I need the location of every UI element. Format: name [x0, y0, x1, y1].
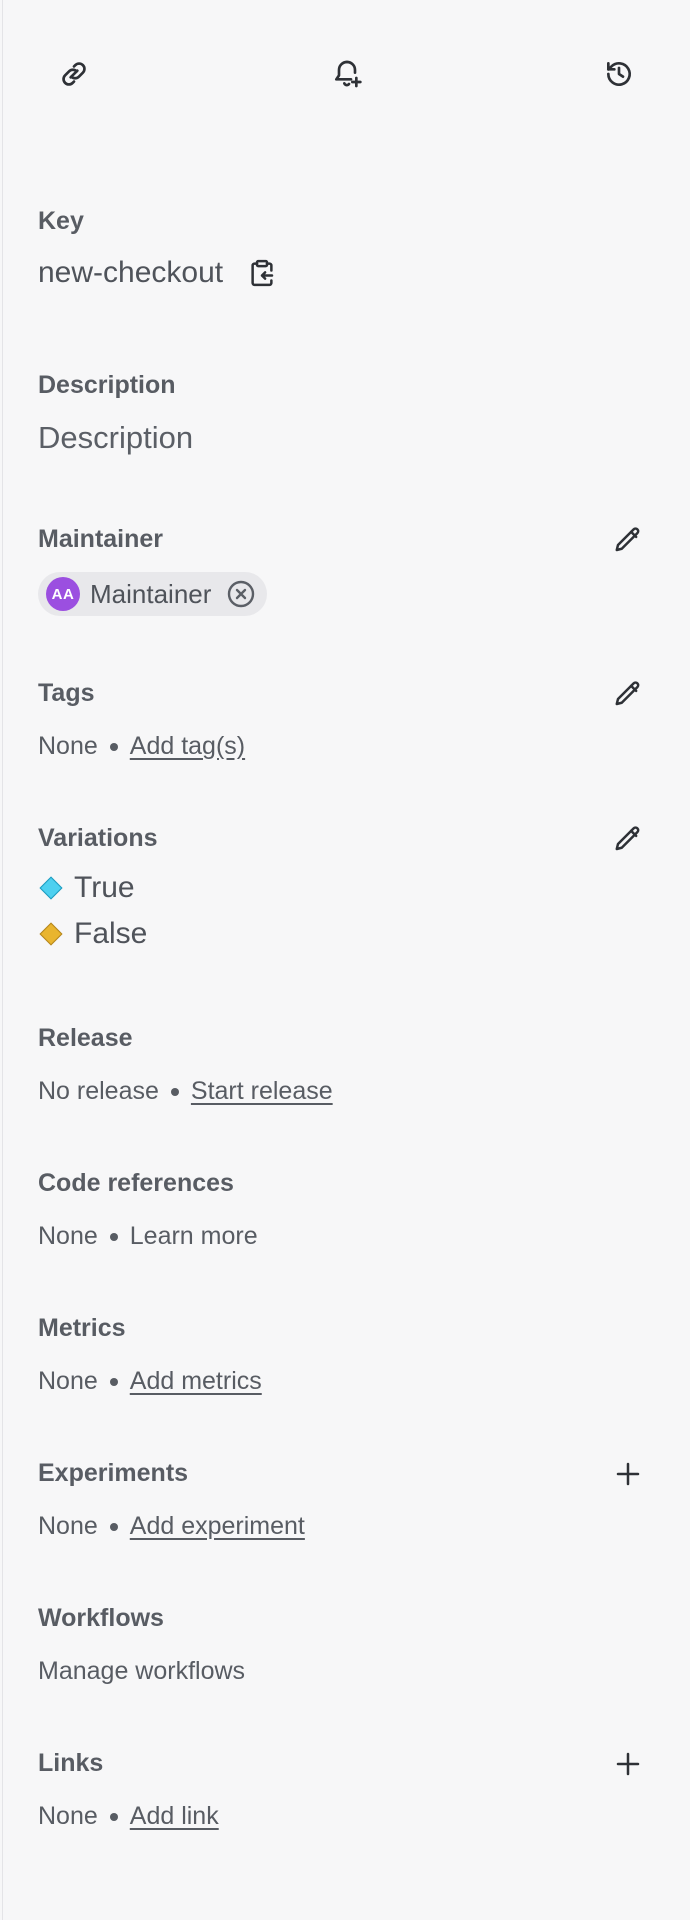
metrics-label: Metrics: [38, 1314, 126, 1342]
copy-link-button[interactable]: [50, 50, 98, 98]
maintainer-name: Maintainer: [90, 578, 212, 609]
workflows-label: Workflows: [38, 1604, 164, 1632]
link-icon: [62, 62, 86, 86]
pencil-icon: [615, 826, 640, 851]
maintainer-label: Maintainer: [38, 525, 164, 553]
variation-name: False: [74, 917, 148, 950]
description-field[interactable]: Description: [38, 420, 648, 456]
add-experiment-button[interactable]: [608, 1454, 648, 1494]
separator-dot: [109, 743, 118, 751]
clipboard-copy-icon: [251, 259, 274, 287]
maintainer-chip: AA Maintainer: [38, 572, 268, 616]
pencil-icon: [615, 527, 640, 552]
edit-maintainer-button[interactable]: [608, 520, 648, 560]
tags-label: Tags: [38, 679, 95, 707]
key-value: new-checkout: [38, 256, 224, 289]
history-icon: [607, 62, 631, 86]
add-metrics-link[interactable]: Add metrics: [130, 1366, 262, 1396]
links-label: Links: [38, 1749, 104, 1777]
plus-icon: [616, 1752, 640, 1776]
variations-section: Variations True False: [38, 823, 648, 957]
variations-list: True False: [38, 865, 648, 957]
close-circle-icon: [228, 580, 255, 608]
remove-maintainer-button[interactable]: [225, 578, 257, 610]
start-release-link[interactable]: Start release: [191, 1076, 333, 1106]
separator-dot: [109, 1378, 118, 1386]
description-label: Description: [38, 371, 176, 399]
edit-tags-button[interactable]: [608, 674, 648, 714]
manage-workflows-link[interactable]: Manage workflows: [38, 1656, 648, 1686]
links-value: None: [38, 1802, 98, 1830]
code-references-section: Code references None Learn more: [38, 1168, 648, 1251]
flag-details-panel: Key new-checkout Description Description…: [2, 0, 690, 1920]
experiments-value: None: [38, 1512, 98, 1540]
add-tags-link[interactable]: Add tag(s): [130, 731, 245, 761]
code-references-value: None: [38, 1222, 98, 1250]
add-link-link[interactable]: Add link: [130, 1801, 219, 1831]
copy-key-button[interactable]: [245, 256, 279, 290]
release-value: No release: [38, 1077, 159, 1105]
panel-toolbar: [3, 50, 690, 100]
code-references-label: Code references: [38, 1169, 234, 1197]
workflows-section: Workflows Manage workflows: [38, 1603, 648, 1686]
add-link-button[interactable]: [608, 1744, 648, 1784]
tags-value: None: [38, 732, 98, 760]
variation-item: True: [38, 865, 648, 911]
plus-icon: [616, 1462, 640, 1486]
variation-diamond-icon: [38, 875, 64, 901]
separator-dot: [109, 1233, 118, 1241]
variation-name: True: [74, 871, 135, 904]
history-button[interactable]: [595, 50, 643, 98]
add-experiment-link[interactable]: Add experiment: [130, 1511, 305, 1541]
bell-plus-icon: [335, 60, 362, 88]
pencil-icon: [615, 681, 640, 706]
edit-variations-button[interactable]: [608, 819, 648, 859]
description-section: Description Description: [38, 370, 648, 456]
tags-section: Tags None Add tag(s): [38, 678, 648, 761]
release-section: Release No release Start release: [38, 1023, 648, 1106]
key-section: Key new-checkout: [38, 206, 648, 290]
release-label: Release: [38, 1024, 133, 1052]
variations-label: Variations: [38, 824, 158, 852]
experiments-label: Experiments: [38, 1459, 189, 1487]
separator-dot: [170, 1088, 179, 1096]
key-label: Key: [38, 207, 84, 235]
notify-button[interactable]: [323, 50, 371, 98]
learn-more-link[interactable]: Learn more: [130, 1221, 258, 1251]
separator-dot: [109, 1523, 118, 1531]
separator-dot: [109, 1813, 118, 1821]
metrics-section: Metrics None Add metrics: [38, 1313, 648, 1396]
maintainer-section: Maintainer AA Maintainer: [38, 524, 648, 616]
experiments-section: Experiments None Add experiment: [38, 1458, 648, 1541]
variation-diamond-icon: [38, 921, 64, 947]
variation-item: False: [38, 911, 648, 957]
metrics-value: None: [38, 1367, 98, 1395]
links-section: Links None Add link: [38, 1748, 648, 1831]
avatar: AA: [46, 577, 80, 611]
